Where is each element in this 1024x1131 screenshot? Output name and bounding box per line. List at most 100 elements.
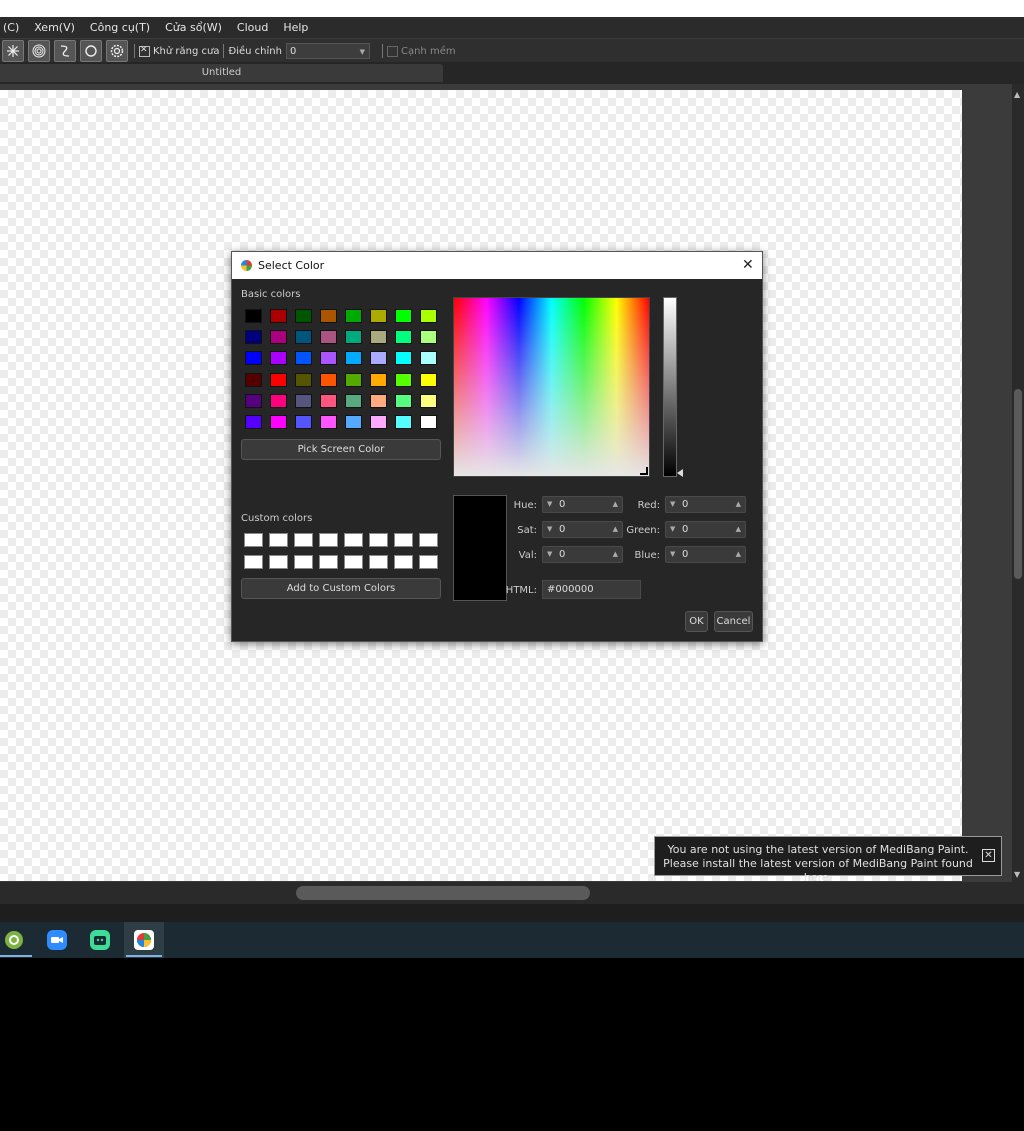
basic-color-swatch[interactable]: [295, 415, 312, 429]
luminance-arrow-icon[interactable]: [677, 469, 683, 477]
menu-item-c[interactable]: (C): [3, 21, 19, 34]
menu-item-cloud[interactable]: Cloud: [237, 21, 268, 34]
vertical-scrollbar[interactable]: ▲ ▼: [1012, 84, 1024, 882]
taskbar-app-1[interactable]: [0, 922, 34, 958]
menu-item-tools[interactable]: Công cụ(T): [90, 21, 150, 34]
basic-color-swatch[interactable]: [420, 372, 437, 387]
custom-color-slot[interactable]: [269, 533, 288, 547]
spin-down-icon[interactable]: ▼: [547, 547, 552, 562]
basic-color-swatch[interactable]: [395, 415, 412, 429]
basic-color-swatch[interactable]: [320, 309, 337, 323]
custom-color-slot[interactable]: [319, 533, 338, 547]
basic-color-swatch[interactable]: [270, 372, 287, 387]
custom-color-slot[interactable]: [294, 555, 313, 569]
hue-spinbox[interactable]: ▼ 0 ▲: [542, 496, 623, 513]
close-icon[interactable]: ✕: [742, 257, 754, 273]
basic-color-swatch[interactable]: [345, 309, 362, 323]
spin-down-icon[interactable]: ▼: [670, 497, 675, 512]
basic-color-swatch[interactable]: [370, 330, 387, 345]
horizontal-scroll-thumb[interactable]: [296, 886, 590, 900]
basic-color-swatch[interactable]: [270, 330, 287, 345]
spin-up-icon[interactable]: ▲: [736, 497, 741, 512]
spin-up-icon[interactable]: ▲: [736, 522, 741, 537]
basic-color-swatch[interactable]: [320, 393, 337, 408]
basic-color-swatch[interactable]: [270, 415, 287, 429]
custom-color-slot[interactable]: [244, 533, 263, 547]
basic-color-swatch[interactable]: [395, 351, 412, 366]
adjust-combobox[interactable]: 0: [285, 43, 370, 60]
taskbar-app-medibang[interactable]: [124, 922, 164, 958]
custom-color-slot[interactable]: [269, 555, 288, 569]
soft-edge-checkbox[interactable]: [386, 45, 398, 57]
basic-color-swatch[interactable]: [345, 415, 362, 429]
notice-close-icon[interactable]: ✕: [982, 849, 995, 862]
basic-color-swatch[interactable]: [245, 309, 262, 323]
scroll-down-icon[interactable]: ▼: [1014, 870, 1020, 879]
spin-up-icon[interactable]: ▲: [613, 547, 618, 562]
custom-color-slot[interactable]: [394, 533, 413, 547]
basic-color-swatch[interactable]: [420, 330, 437, 345]
menu-item-window[interactable]: Cửa sổ(W): [165, 21, 222, 34]
basic-color-swatch[interactable]: [320, 372, 337, 387]
concentric-tool-button[interactable]: [28, 40, 50, 62]
basic-color-swatch[interactable]: [395, 393, 412, 408]
basic-color-swatch[interactable]: [270, 393, 287, 408]
spin-down-icon[interactable]: ▼: [670, 522, 675, 537]
basic-color-swatch[interactable]: [395, 330, 412, 345]
spin-down-icon[interactable]: ▼: [547, 522, 552, 537]
basic-color-swatch[interactable]: [270, 351, 287, 366]
curve-tool-button[interactable]: [54, 40, 76, 62]
basic-color-swatch[interactable]: [245, 372, 262, 387]
burst-tool-button[interactable]: [2, 40, 24, 62]
basic-color-swatch[interactable]: [295, 309, 312, 323]
custom-color-slot[interactable]: [319, 555, 338, 569]
basic-color-swatch[interactable]: [395, 372, 412, 387]
circle-tool-button[interactable]: [80, 40, 102, 62]
basic-color-swatch[interactable]: [245, 351, 262, 366]
blue-spinbox[interactable]: ▼ 0 ▲: [665, 546, 746, 563]
basic-color-swatch[interactable]: [245, 415, 262, 429]
red-spinbox[interactable]: ▼ 0 ▲: [665, 496, 746, 513]
menu-item-view[interactable]: Xem(V): [34, 21, 75, 34]
cancel-button[interactable]: Cancel: [714, 611, 753, 632]
basic-color-swatch[interactable]: [320, 330, 337, 345]
basic-color-swatch[interactable]: [320, 415, 337, 429]
update-notice[interactable]: You are not using the latest version of …: [654, 836, 1002, 884]
basic-color-swatch[interactable]: [270, 309, 287, 323]
custom-color-slot[interactable]: [294, 533, 313, 547]
add-to-custom-colors-button[interactable]: Add to Custom Colors: [241, 578, 441, 599]
pick-screen-color-button[interactable]: Pick Screen Color: [241, 439, 441, 460]
scroll-up-icon[interactable]: ▲: [1014, 90, 1020, 99]
dialog-titlebar[interactable]: Select Color ✕: [232, 252, 762, 279]
custom-color-slot[interactable]: [369, 555, 388, 569]
sat-spinbox[interactable]: ▼ 0 ▲: [542, 521, 623, 538]
basic-color-swatch[interactable]: [370, 351, 387, 366]
basic-color-swatch[interactable]: [295, 393, 312, 408]
html-color-input[interactable]: #000000: [542, 580, 641, 599]
document-tab[interactable]: Untitled: [0, 64, 443, 82]
basic-color-swatch[interactable]: [420, 393, 437, 408]
basic-color-swatch[interactable]: [245, 393, 262, 408]
basic-color-swatch[interactable]: [295, 372, 312, 387]
custom-color-slot[interactable]: [419, 533, 438, 547]
custom-color-slot[interactable]: [369, 533, 388, 547]
basic-color-swatch[interactable]: [370, 393, 387, 408]
basic-color-swatch[interactable]: [395, 309, 412, 323]
green-spinbox[interactable]: ▼ 0 ▲: [665, 521, 746, 538]
ok-button[interactable]: OK: [685, 611, 708, 632]
basic-color-swatch[interactable]: [420, 351, 437, 366]
basic-color-swatch[interactable]: [370, 309, 387, 323]
custom-color-slot[interactable]: [394, 555, 413, 569]
basic-color-swatch[interactable]: [345, 330, 362, 345]
menu-item-help[interactable]: Help: [283, 21, 308, 34]
basic-color-swatch[interactable]: [345, 351, 362, 366]
spin-down-icon[interactable]: ▼: [670, 547, 675, 562]
basic-color-swatch[interactable]: [295, 330, 312, 345]
spin-down-icon[interactable]: ▼: [547, 497, 552, 512]
settings-tool-button[interactable]: [106, 40, 128, 62]
val-spinbox[interactable]: ▼ 0 ▲: [542, 546, 623, 563]
basic-color-swatch[interactable]: [370, 415, 387, 429]
horizontal-scrollbar[interactable]: [0, 882, 1024, 904]
basic-color-swatch[interactable]: [295, 351, 312, 366]
custom-color-slot[interactable]: [344, 555, 363, 569]
